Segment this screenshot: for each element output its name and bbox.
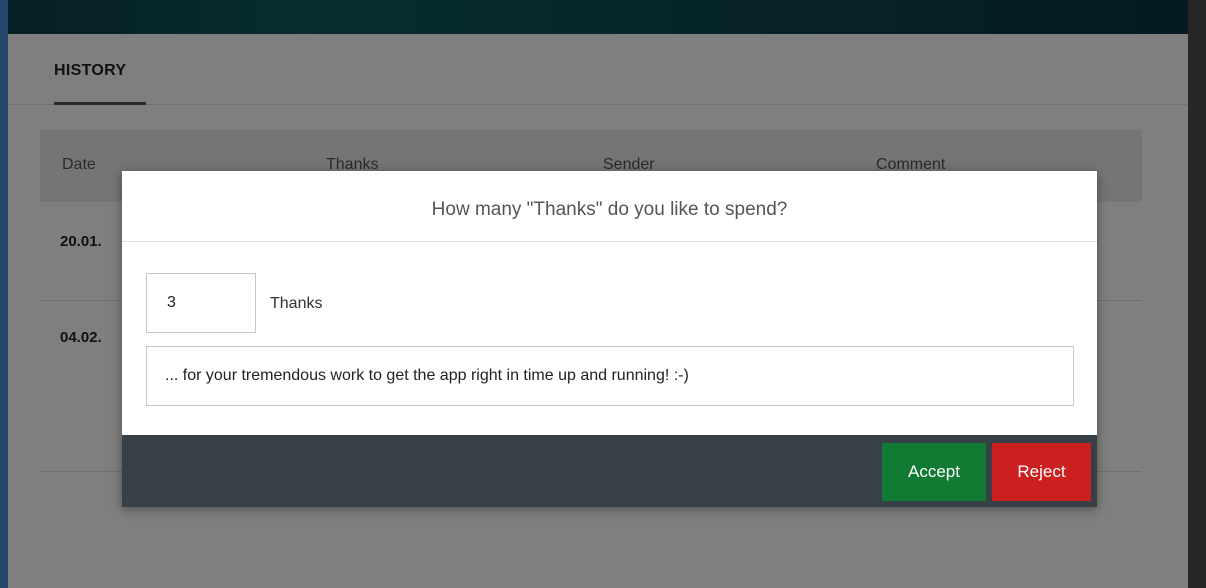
thanks-dialog: How many "Thanks" do you like to spend? …	[122, 171, 1097, 507]
dialog-header: How many "Thanks" do you like to spend?	[122, 171, 1097, 242]
app-window: HISTORY Date Thanks Sender Comment 20.01…	[0, 0, 1206, 588]
reject-button[interactable]: Reject	[992, 443, 1091, 501]
thanks-amount-input[interactable]	[146, 273, 256, 333]
dialog-title: How many "Thanks" do you like to spend?	[431, 199, 788, 220]
comment-input[interactable]	[146, 346, 1074, 406]
accept-button[interactable]: Accept	[882, 443, 986, 501]
thanks-amount-unit-label: Thanks	[270, 295, 323, 312]
dialog-footer: Accept Reject	[122, 435, 1097, 507]
